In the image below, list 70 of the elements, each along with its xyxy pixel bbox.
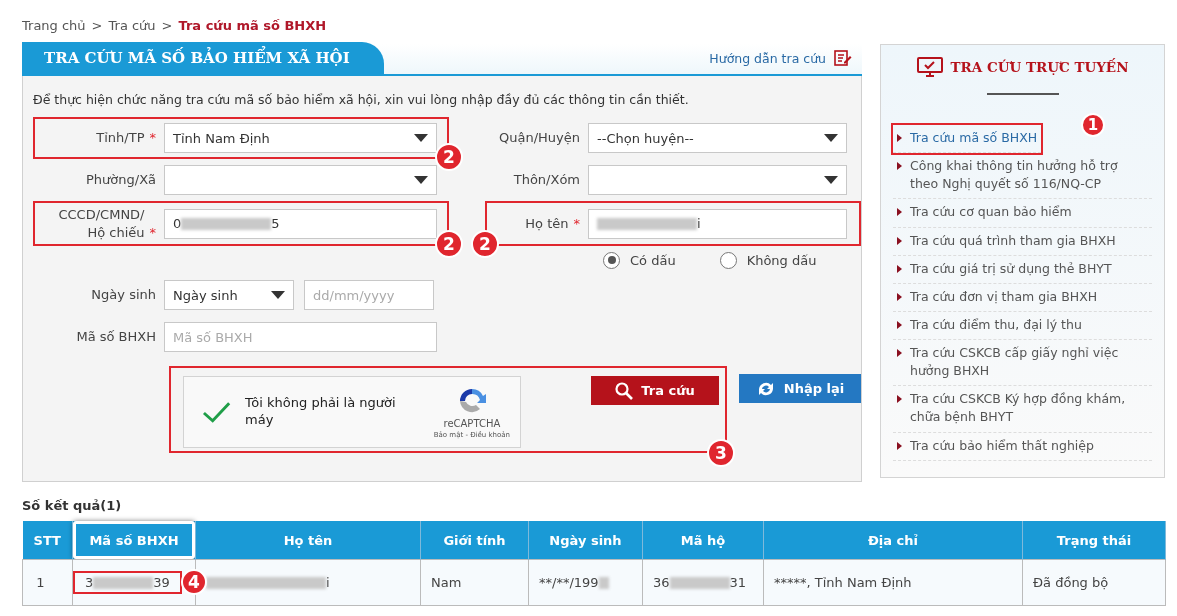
required-mark: * [573, 215, 580, 231]
sidebar-link[interactable]: Tra cứu quá trình tham gia BHXH [893, 227, 1152, 256]
sidebar-link[interactable]: Tra cứu giá trị sử dụng thẻ BHYT [893, 255, 1152, 284]
table-cell-text: Nam [431, 575, 462, 590]
breadcrumb-link[interactable]: Tra cứu [108, 17, 156, 33]
text-field[interactable]: 0 5 [164, 208, 437, 239]
sidebar-link[interactable]: Tra cứu CSKCB cấp giấy nghỉ việc hưởng BHXH [893, 340, 1152, 387]
breadcrumb-link[interactable]: Trang chủ [22, 17, 86, 33]
search-button[interactable]: Tra cứu [591, 376, 719, 406]
dropdown-caret-icon [414, 176, 428, 184]
table-cell-text: 1 [36, 575, 45, 590]
sidebar-title: TRA CỨU TRỰC TUYẾN [950, 59, 1129, 75]
checkmark-icon[interactable] [202, 400, 232, 425]
radio-button[interactable] [719, 251, 737, 269]
table-cell-text: 39 [153, 575, 170, 590]
select-field[interactable]: Tỉnh Nam Định [164, 123, 437, 153]
search-icon [615, 381, 634, 400]
select-field[interactable] [164, 165, 437, 195]
table-cell-text: Đã đồng bộ [1033, 575, 1109, 590]
sidebar-link[interactable]: Tra cứu đơn vị tham gia BHXH [893, 283, 1152, 312]
reset-button[interactable]: Nhập lại [739, 374, 861, 404]
sidebar-link[interactable]: Tra cứu cơ quan bảo hiểm [893, 199, 1152, 228]
captcha-label: Tôi không phải là người máy [245, 395, 397, 429]
radio-option[interactable]: Không dấu [719, 251, 817, 269]
sidebar-link[interactable]: Công khai thông tin hưởng hỗ trợ theo Nghị quyết số 116/NQ-CP [893, 153, 1152, 200]
recaptcha-brand: reCAPTCHA [443, 417, 501, 429]
table-cell-text: *****, Tỉnh Nam Định [774, 575, 912, 590]
field-label: Ngày sinh [90, 286, 156, 304]
select-field[interactable]: --Chọn huyện-- [588, 123, 847, 153]
step-badge: 1 [1081, 113, 1105, 137]
table-cell-text: 31 [729, 575, 747, 590]
breadcrumb-separator: > [161, 17, 173, 33]
dropdown-caret-icon [824, 134, 838, 142]
select-field[interactable] [588, 165, 847, 195]
select-field[interactable]: Ngày sinh [164, 280, 294, 311]
step-badge: 3 [707, 439, 735, 468]
sidebar-link[interactable]: Tra cứu điểm thu, đại lý thu [893, 311, 1152, 340]
field-label: CCCD/CMND/ Hộ chiếu * [57, 206, 156, 242]
sidebar-link[interactable]: Tra cứu mã số BHXH [893, 125, 1042, 154]
step-badge: 2 [435, 143, 463, 171]
breadcrumb-link[interactable]: Tra cứu mã số BHXH [178, 17, 327, 33]
table-cell-text: 3 [85, 575, 94, 590]
text-field[interactable]: i [588, 208, 847, 239]
breadcrumb-separator: > [91, 17, 103, 33]
step-badge: 2 [435, 230, 463, 259]
field-label: Mã số BHXH [75, 328, 156, 346]
required-mark: * [149, 130, 156, 146]
radio-button[interactable] [603, 251, 620, 269]
field-label: Phường/Xã [85, 171, 156, 189]
table-cell-text: 36 [653, 575, 670, 590]
field-label: Họ tên * [524, 214, 580, 233]
edit-document-icon [834, 50, 852, 66]
sidebar-link[interactable]: Tra cứu CSKCB Ký hợp đồng khám, chữa bệnh BHYT [893, 386, 1152, 433]
table-cell-text: **/**/199 [539, 575, 599, 590]
intro-text: Để thực hiện chức năng tra cứu mã số bảo hiểm xã hội, xin vui lòng nhập đầy đủ các thông tin cần thiết. [33, 92, 690, 107]
field-label: Thôn/Xóm [512, 171, 580, 189]
step-badge: 2 [471, 230, 499, 259]
field-label: Tỉnh/TP * [95, 129, 156, 147]
field-label: Quận/Huyện [498, 129, 580, 147]
sidebar-link[interactable]: Tra cứu bảo hiểm thất nghiệp [893, 432, 1152, 461]
dropdown-caret-icon [414, 134, 428, 142]
dropdown-caret-icon [271, 291, 285, 300]
table-cell-text: i [326, 575, 330, 590]
help-link[interactable]: Hướng dẫn tra cứu [709, 50, 862, 74]
column-header: Mã số BHXH [73, 521, 195, 559]
monitor-check-icon [916, 57, 943, 77]
dropdown-caret-icon [824, 176, 838, 184]
required-mark: * [149, 224, 156, 240]
result-count: Số kết quả(1) [22, 498, 123, 513]
radio-option[interactable]: Có dấu [603, 251, 676, 269]
